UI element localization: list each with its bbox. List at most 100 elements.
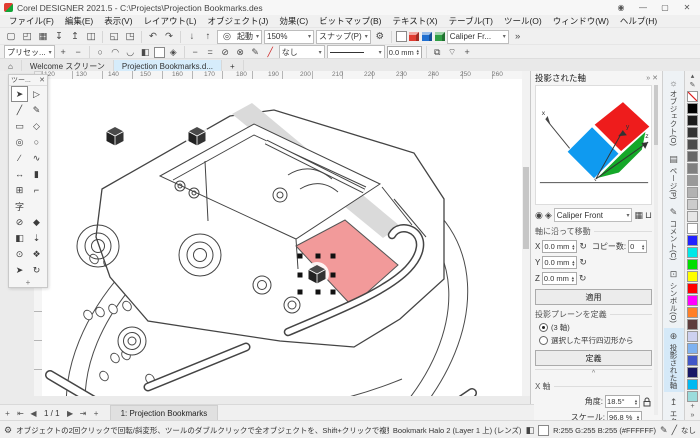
import-icon[interactable]: ↧ (52, 30, 66, 44)
weld-icon[interactable]: ⧉ (431, 46, 444, 58)
new-document-icon[interactable]: ▢ (4, 30, 18, 44)
circle-mode-icon[interactable]: ○ (94, 46, 107, 58)
palette-swatch[interactable] (687, 283, 698, 294)
pen-tool[interactable]: ✎ (28, 102, 45, 118)
bookmark-visibility-eye-icon[interactable]: ◉ (535, 210, 543, 221)
bookmark-cube-gizmo[interactable] (185, 124, 209, 148)
palette-swatch[interactable] (687, 367, 698, 378)
y-distance-input[interactable]: 0.0 mm▲▼ (542, 256, 577, 269)
send-back-icon[interactable]: ↓ (185, 30, 199, 44)
palette-swatch[interactable] (687, 139, 698, 150)
shape-a-icon[interactable]: ⊘ (219, 46, 232, 58)
pan-tool[interactable]: ❖ (28, 246, 45, 262)
zoom-level-dropdown[interactable]: 150%▾ (264, 30, 314, 44)
palette-swatch[interactable] (687, 211, 698, 222)
menu-item[interactable]: ウィンドウ(W) (548, 15, 614, 27)
last-page-button[interactable]: ⇥ (78, 409, 89, 418)
docker-tab-projected-axes[interactable]: ⊕ 投影された軸 (664, 328, 684, 392)
menu-item[interactable]: テキスト(X) (388, 15, 443, 27)
zoom-tool[interactable]: ⊙ (11, 246, 28, 262)
polygon-tool[interactable]: ◇ (28, 118, 45, 134)
menu-item[interactable]: 編集(E) (60, 15, 98, 27)
palette-swatch[interactable] (687, 223, 698, 234)
next-page-button[interactable]: ▶ (65, 409, 76, 418)
docker-scrollbar[interactable] (654, 85, 658, 415)
add-preset-icon[interactable]: + (57, 46, 70, 58)
palette-swatch[interactable] (687, 199, 698, 210)
no-color-swatch[interactable] (687, 91, 698, 102)
bezier-tool[interactable]: ∿ (28, 150, 45, 166)
fill-tool[interactable]: ◧ (11, 230, 28, 246)
palette-scroll-up-icon[interactable]: ▴ (691, 72, 695, 81)
account-icon[interactable]: ◉ (612, 3, 630, 12)
minimize-button[interactable]: — (634, 3, 652, 12)
bring-front-icon[interactable]: ↑ (201, 30, 215, 44)
canvas-vertical-scrollbar[interactable] (522, 71, 530, 396)
palette-swatch[interactable] (687, 331, 698, 342)
ellipse-tool[interactable]: ○ (28, 134, 45, 150)
save-bookmark-icon[interactable]: ▦ (634, 210, 643, 221)
fill-bucket-icon[interactable]: ◧ (139, 46, 152, 58)
docker-tab-comments[interactable]: ✎ コメント(C) (664, 204, 684, 263)
menu-item[interactable]: ツール(O) (499, 15, 547, 27)
eyedropper-tool[interactable]: ⇣ (28, 230, 45, 246)
x-scale-input[interactable]: 96.8 %▲▼ (607, 411, 642, 420)
three-axes-radio[interactable]: (3 軸) (539, 322, 652, 333)
line-equal-icon[interactable]: = (204, 46, 217, 58)
lock-ratio-icon[interactable] (642, 397, 652, 407)
palette-add-icon[interactable]: + (690, 402, 694, 411)
menu-item[interactable]: 表示(V) (99, 15, 137, 27)
palette-swatch[interactable] (687, 355, 698, 366)
z-rotate-icon[interactable]: ↻ (579, 273, 587, 284)
drawing-canvas[interactable] (42, 79, 522, 396)
plane-right-cube-button[interactable] (435, 32, 445, 41)
menu-item[interactable]: テーブル(T) (444, 15, 498, 27)
toolbar-overflow-icon[interactable]: » (511, 30, 525, 44)
remove-preset-icon[interactable]: − (72, 46, 85, 58)
fill-color-swatch[interactable] (154, 47, 165, 58)
add-page-button-right[interactable]: + (91, 409, 102, 418)
page-tab[interactable]: 1: Projection Bookmarks (110, 405, 219, 421)
docker-expand-icon[interactable]: » (646, 75, 650, 82)
palette-swatch[interactable] (687, 187, 698, 198)
toolbox-more-button[interactable]: + (9, 278, 47, 287)
restore-button[interactable]: ▢ (656, 3, 674, 12)
close-button[interactable]: ✕ (678, 3, 696, 12)
open-icon[interactable]: ◰ (20, 30, 34, 44)
from-parallelogram-radio[interactable]: 選択した平行四辺形から (539, 335, 652, 346)
toolbox-close-icon[interactable]: ✕ (39, 76, 45, 84)
table-tool[interactable]: ⊞ (11, 182, 28, 198)
center-point-circle-tool[interactable]: ◎ (11, 134, 28, 150)
outline-pen-icon[interactable]: ✎ (249, 46, 262, 58)
palette-more-icon[interactable]: » (691, 411, 695, 420)
preset-dropdown[interactable]: プリセッ...▾ (4, 45, 55, 59)
menu-item[interactable]: レイアウト(L) (139, 15, 202, 27)
palette-swatch[interactable] (687, 271, 698, 282)
show-planes-checkbox[interactable] (396, 31, 407, 42)
palette-swatch[interactable] (687, 391, 698, 402)
palette-swatch[interactable] (687, 151, 698, 162)
delete-bookmark-icon[interactable]: ⊔ (645, 210, 652, 221)
palette-swatch[interactable] (687, 235, 698, 246)
save-icon[interactable]: ▦ (36, 30, 50, 44)
bookmark-cube-gizmo[interactable] (305, 262, 329, 286)
x-rotate-icon[interactable]: ↻ (579, 241, 587, 252)
menu-item[interactable]: 効果(C) (274, 15, 313, 27)
copy-icon[interactable]: ◱ (107, 30, 121, 44)
dimension-tool[interactable]: ↔ (11, 166, 28, 182)
x-distance-input[interactable]: 0.0 mm▲▼ (542, 240, 577, 253)
menu-item[interactable]: ファイル(F) (4, 15, 59, 27)
redo-icon[interactable]: ↷ (162, 30, 176, 44)
outline-none-icon[interactable]: ╱ (264, 46, 277, 58)
menu-item[interactable]: オブジェクト(J) (202, 15, 273, 27)
palette-swatch[interactable] (687, 379, 698, 390)
paste-icon[interactable]: ◳ (123, 30, 137, 44)
line-2point-tool[interactable]: ∕ (11, 150, 28, 166)
docker-close-icon[interactable]: ✕ (652, 75, 658, 82)
shape-tool[interactable]: ▷ (28, 86, 45, 102)
palette-swatch[interactable] (687, 115, 698, 126)
palette-swatch[interactable] (687, 247, 698, 258)
export-icon[interactable]: ↥ (68, 30, 82, 44)
palette-swatch[interactable] (687, 175, 698, 186)
options-gear-icon[interactable]: ⚙ (373, 30, 387, 44)
